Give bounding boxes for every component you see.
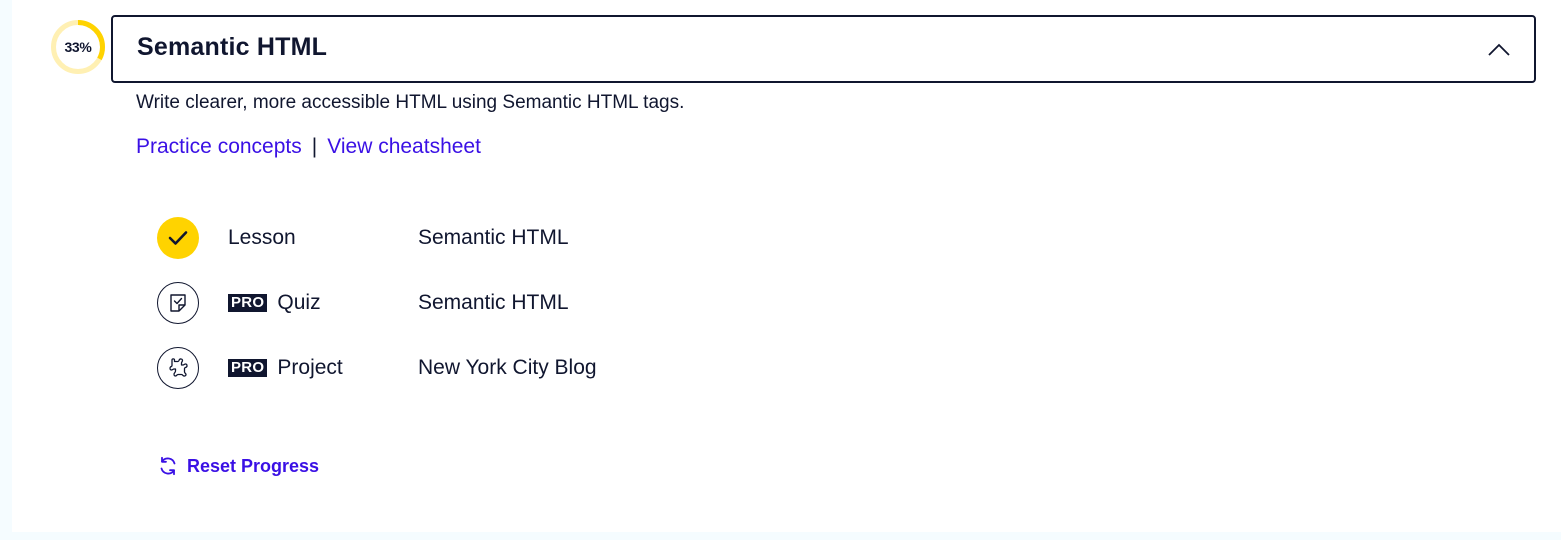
progress-ring: 33% [50,19,106,75]
reset-progress-button[interactable]: Reset Progress [157,455,319,477]
content-item-quiz[interactable]: PRO Quiz Semantic HTML [157,282,757,324]
project-icon-circle [157,347,199,389]
item-type-label: Project [277,356,343,379]
check-icon [168,231,188,245]
item-name: Semantic HTML [418,226,569,249]
item-type: PRO Quiz [228,282,321,324]
puzzle-icon [169,358,188,377]
content-item-lesson[interactable]: Lesson Semantic HTML [157,217,757,259]
module-accordion-header[interactable]: Semantic HTML [111,15,1536,83]
completed-check-icon [157,217,199,259]
quiz-icon-circle [157,282,199,324]
item-type-label: Lesson [228,226,296,249]
refresh-icon [160,456,176,476]
item-type: Lesson [228,217,296,259]
link-separator: | [311,135,318,158]
item-name: New York City Blog [418,356,597,379]
chevron-up-icon[interactable] [1486,37,1512,63]
reset-progress-label: Reset Progress [187,455,320,476]
content-item-project[interactable]: PRO Project New York City Blog [157,347,757,389]
module-description: Write clearer, more accessible HTML usin… [136,92,685,113]
pro-badge: PRO [228,359,268,377]
module-title: Semantic HTML [137,33,328,61]
progress-percent-label: 33% [64,39,92,55]
item-name: Semantic HTML [418,291,569,314]
item-type: PRO Project [228,347,343,389]
module-links: Practice concepts | View cheatsheet [136,135,481,159]
item-type-label: Quiz [277,291,321,314]
practice-concepts-link[interactable]: Practice concepts [136,135,302,159]
view-cheatsheet-link[interactable]: View cheatsheet [327,135,481,159]
pro-badge: PRO [228,294,268,312]
quiz-icon [170,294,186,312]
